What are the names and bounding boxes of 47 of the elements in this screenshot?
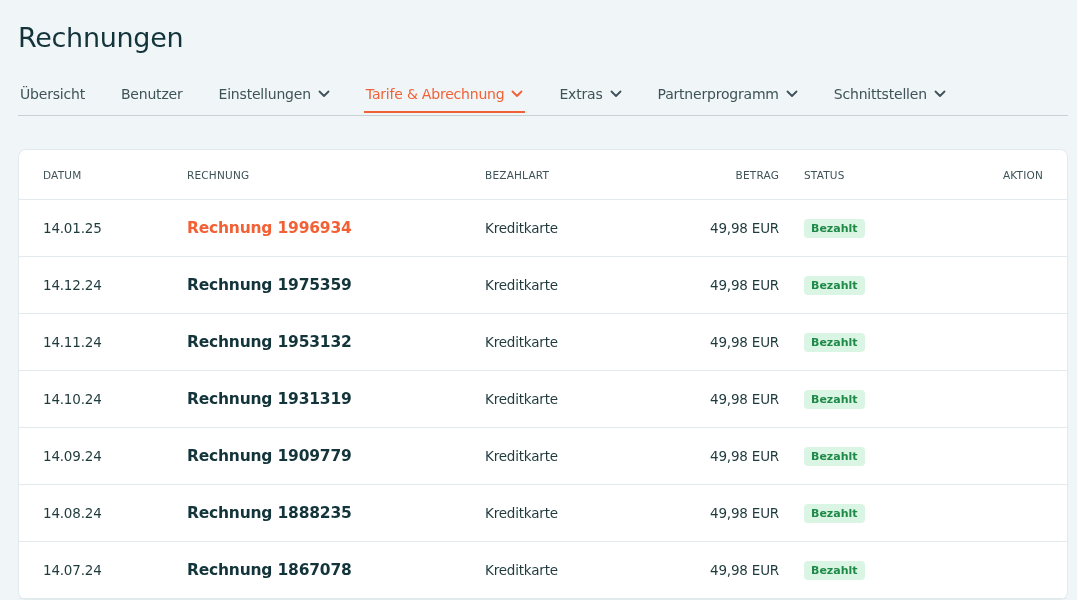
amount-cell: 49,98 EUR: [710, 562, 779, 578]
column-header: AKTION: [1002, 168, 1043, 181]
invoice-link[interactable]: Rechnung 1909779: [187, 447, 352, 465]
amount-cell: 49,98 EUR: [710, 277, 779, 293]
invoice-link[interactable]: Rechnung 1888235: [187, 504, 352, 522]
date-cell-text: 14.09.24: [43, 448, 103, 464]
nav-tab[interactable]: Schnittstellen: [831, 77, 948, 113]
payment-method-cell-text: Kreditkarte: [485, 277, 559, 293]
date-cell-text: 14.12.24: [43, 277, 103, 293]
status-badge: Bezahlt: [804, 560, 865, 580]
column-header: BETRAG: [735, 168, 779, 181]
invoice-link[interactable]: Rechnung 1931319: [187, 390, 352, 408]
nav-tab[interactable]: Übersicht: [18, 77, 87, 113]
column-header: STATUS: [804, 168, 846, 181]
invoice-link[interactable]: Rechnung 1953132: [187, 333, 352, 351]
status-badge: Bezahlt: [804, 389, 865, 409]
nav-tab[interactable]: Extras: [557, 77, 624, 113]
column-header: RECHNUNG: [187, 168, 251, 181]
amount-cell: 49,98 EUR: [710, 220, 779, 236]
status-badge: Bezahlt: [804, 446, 865, 466]
amount-cell: 49,98 EUR: [710, 391, 779, 407]
date-cell-text: 14.11.24: [43, 334, 103, 350]
payment-method-cell-text: Kreditkarte: [485, 391, 559, 407]
amount-cell: 49,98 EUR: [710, 334, 779, 350]
nav-tab[interactable]: Einstellungen: [216, 77, 332, 113]
date-cell-text: 14.10.24: [43, 391, 103, 407]
nav-tab[interactable]: Benutzer: [118, 77, 185, 113]
date-cell-text: 14.07.24: [43, 562, 103, 578]
nav-tab[interactable]: Partnerprogramm: [655, 77, 800, 113]
payment-method-cell-text: Kreditkarte: [485, 448, 559, 464]
column-header: DATUM: [43, 168, 83, 181]
invoice-link[interactable]: Rechnung 1867078: [187, 561, 352, 579]
payment-method-cell-text: Kreditkarte: [485, 562, 559, 578]
amount-cell: 49,98 EUR: [710, 448, 779, 464]
payment-method-cell-text: Kreditkarte: [485, 334, 559, 350]
date-cell-text: 14.01.25: [43, 220, 103, 236]
invoice-link[interactable]: Rechnung 1975359: [187, 276, 352, 294]
payment-method-cell-text: Kreditkarte: [485, 505, 559, 521]
page-title: Rechnungen: [18, 22, 184, 53]
column-header: BEZAHLART: [485, 168, 551, 181]
status-badge: Bezahlt: [804, 218, 865, 238]
amount-cell: 49,98 EUR: [710, 505, 779, 521]
date-cell-text: 14.08.24: [43, 505, 103, 521]
payment-method-cell-text: Kreditkarte: [485, 220, 559, 236]
status-badge: Bezahlt: [804, 275, 865, 295]
status-badge: Bezahlt: [804, 332, 865, 352]
status-badge: Bezahlt: [804, 503, 865, 523]
